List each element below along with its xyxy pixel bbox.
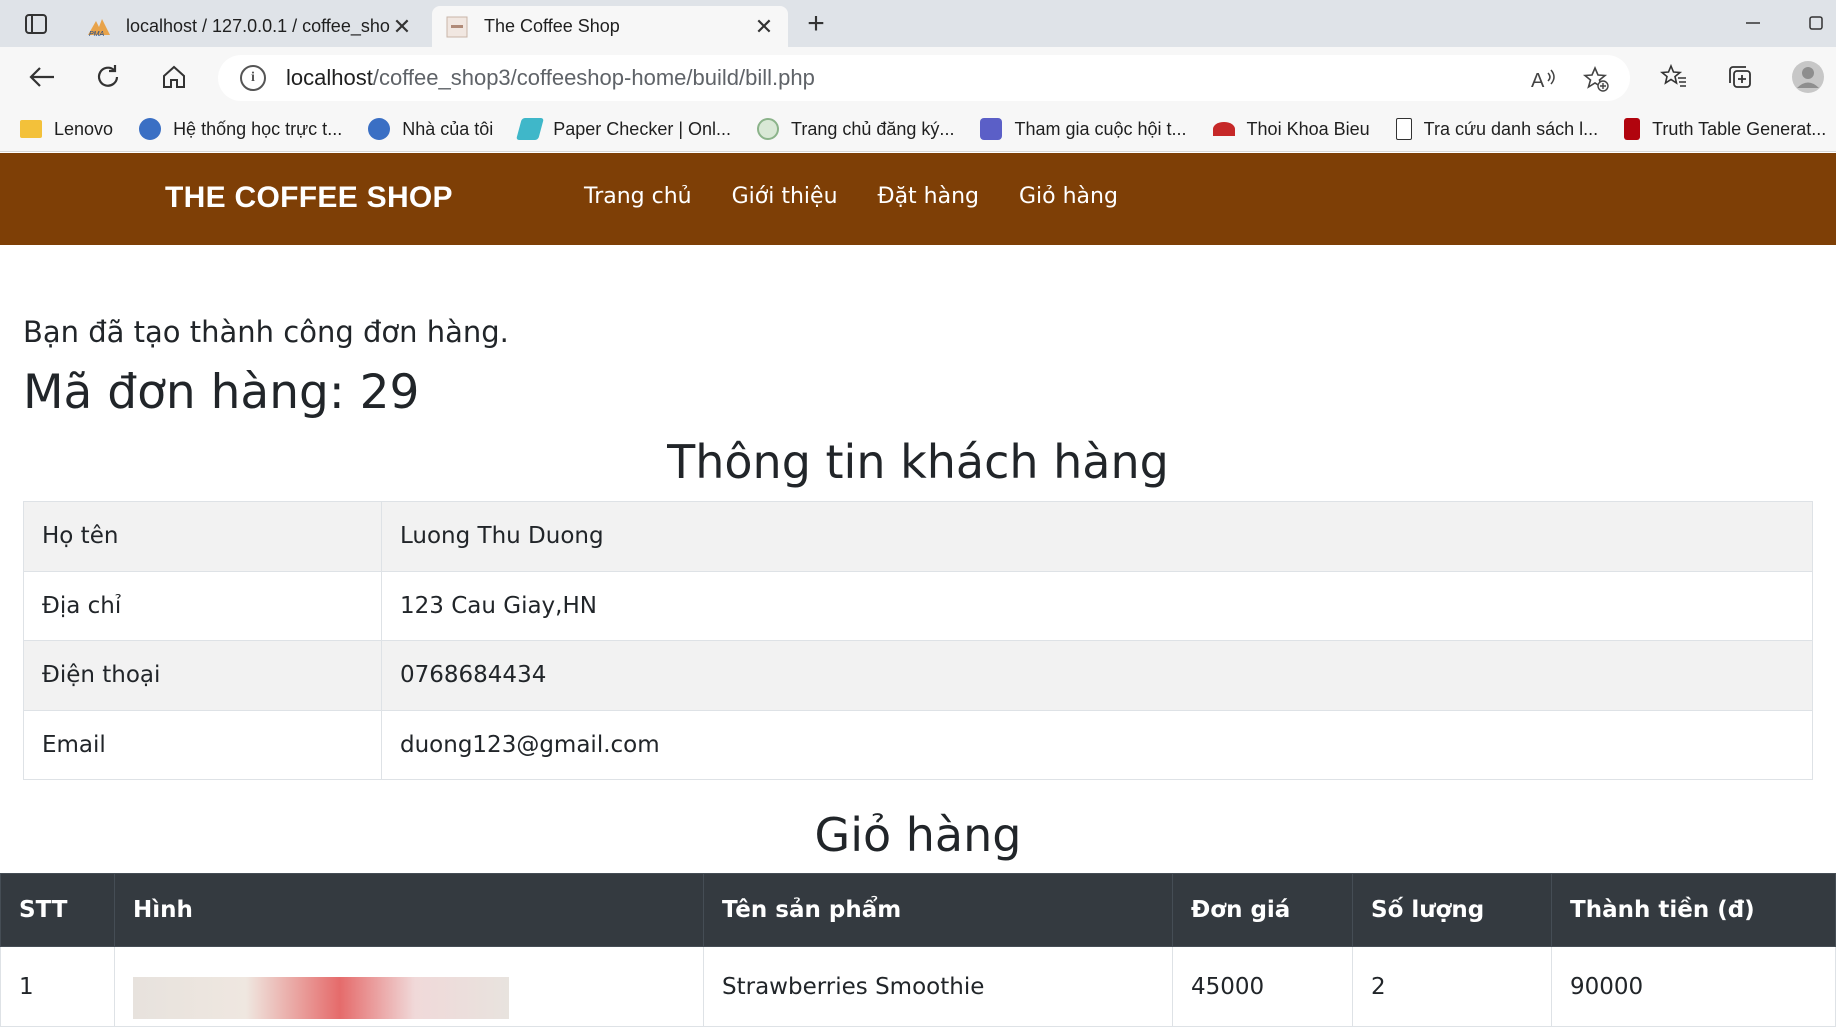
bookmark-label: Tham gia cuộc hội t...	[1014, 118, 1187, 139]
cart-table: STT Hình Tên sản phẩm Đơn giá Số lượng T…	[0, 873, 1836, 1027]
stanford-icon	[1624, 118, 1641, 140]
back-arrow-icon[interactable]	[24, 59, 60, 95]
field-label: Điện thoại	[23, 640, 382, 711]
column-header: Hình	[114, 873, 704, 947]
cell-image	[114, 946, 704, 1027]
field-value: duong123@gmail.com	[381, 709, 1813, 780]
field-value: Luong Thu Duong	[381, 501, 1813, 572]
cell-quantity: 2	[1352, 946, 1552, 1027]
nav-order[interactable]: Đặt hàng	[878, 184, 979, 209]
site-info-icon[interactable]: i	[240, 65, 266, 91]
column-header: Tên sản phẩm	[703, 873, 1173, 947]
reload-icon[interactable]	[90, 59, 126, 95]
bookmark-label: Trang chủ đăng ký...	[791, 118, 955, 139]
collections-icon[interactable]	[1722, 59, 1758, 95]
table-row: Địa chỉ 123 Cau Giay,HN	[23, 570, 1813, 641]
cell-stt: 1	[0, 946, 115, 1027]
folder-icon	[20, 120, 42, 138]
site-header: THE COFFEE SHOP Trang chủ Giới thiệu Đặt…	[0, 153, 1836, 245]
coffee-shop-favicon	[444, 16, 470, 38]
bookmark-tham-gia-cuoc-hoi[interactable]: Tham gia cuộc hội t...	[980, 118, 1187, 140]
nav-about[interactable]: Giới thiệu	[732, 184, 838, 209]
column-header: STT	[0, 873, 115, 947]
bookmark-he-thong-hoc[interactable]: Hệ thống học trực t...	[139, 118, 342, 140]
read-aloud-icon[interactable]: A	[1530, 65, 1558, 93]
globe-icon	[139, 118, 162, 140]
order-id: Mã đơn hàng: 29	[23, 365, 420, 420]
success-message: Bạn đã tạo thành công đơn hàng.	[23, 315, 509, 349]
tab-title: localhost / 127.0.0.1 / coffee_sho	[126, 16, 390, 36]
bookmark-truth-table[interactable]: Truth Table Generat...	[1624, 118, 1826, 140]
bookmark-label: Lenovo	[54, 118, 114, 139]
bookmark-label: Paper Checker | Onl...	[553, 118, 732, 139]
phpmyadmin-icon: PMA	[86, 16, 112, 38]
table-row: Điện thoại 0768684434	[23, 640, 1813, 711]
svg-text:A: A	[1531, 70, 1545, 91]
new-tab-button[interactable]: +	[800, 8, 832, 40]
bookmark-trang-chu-dang-ky[interactable]: Trang chủ đăng ký...	[757, 118, 954, 140]
bookmark-tra-cuu[interactable]: Tra cứu danh sách l...	[1395, 118, 1599, 140]
browser-toolbar: i localhost/coffee_shop3/coffeeshop-home…	[0, 47, 1836, 107]
table-row: Họ tên Luong Thu Duong	[23, 501, 1813, 572]
paper-checker-icon	[516, 118, 545, 140]
bookmark-label: Tra cứu danh sách l...	[1423, 118, 1599, 139]
tab-actions-icon[interactable]	[20, 12, 52, 36]
bookmark-label: Nhà của tôi	[402, 118, 494, 139]
field-value: 0768684434	[381, 640, 1813, 711]
page-icon	[1395, 118, 1412, 140]
customer-info-table: Họ tên Luong Thu Duong Địa chỉ 123 Cau G…	[23, 501, 1813, 780]
field-label: Email	[23, 709, 382, 780]
browser-tab-bar: PMA localhost / 127.0.0.1 / coffee_sho ✕…	[0, 0, 1836, 47]
tab-coffee-shop[interactable]: The Coffee Shop ✕	[432, 6, 788, 47]
bookmark-label: Hệ thống học trực t...	[173, 118, 343, 139]
customer-heading: Thông tin khách hàng	[667, 435, 1169, 489]
bookmark-thoi-khoa-bieu[interactable]: Thoi Khoa Bieu	[1212, 118, 1370, 140]
svg-text:PMA: PMA	[89, 31, 105, 37]
red-app-icon	[1212, 122, 1235, 136]
tab-phpmyadmin[interactable]: PMA localhost / 127.0.0.1 / coffee_sho ✕	[74, 6, 426, 47]
teams-icon	[980, 118, 1003, 140]
field-label: Họ tên	[23, 501, 382, 572]
tab-title: The Coffee Shop	[484, 16, 620, 36]
maximize-icon[interactable]	[1796, 8, 1832, 38]
close-tab-icon[interactable]: ✕	[752, 14, 776, 40]
favorites-icon[interactable]	[1656, 59, 1692, 95]
nav-home[interactable]: Trang chủ	[584, 184, 692, 209]
column-header: Số lượng	[1352, 873, 1552, 947]
site-brand[interactable]: THE COFFEE SHOP	[165, 181, 453, 215]
close-tab-icon[interactable]: ✕	[390, 14, 414, 40]
cell-product-name: Strawberries Smoothie	[703, 946, 1173, 1027]
bookmarks-bar: Lenovo Hệ thống học trực t... Nhà của tô…	[0, 107, 1836, 152]
nav-cart[interactable]: Giỏ hàng	[1019, 184, 1118, 209]
column-header: Đơn giá	[1172, 873, 1353, 947]
table-header-row: STT Hình Tên sản phẩm Đơn giá Số lượng T…	[0, 873, 1836, 947]
column-header: Thành tiền (đ)	[1551, 873, 1836, 947]
profile-avatar-icon[interactable]	[1790, 59, 1826, 95]
field-label: Địa chỉ	[23, 570, 382, 641]
address-bar[interactable]: i localhost/coffee_shop3/coffeeshop-home…	[218, 55, 1630, 101]
url-text: localhost/coffee_shop3/coffeeshop-home/b…	[286, 65, 815, 90]
globe-icon	[368, 118, 391, 140]
add-favorite-icon[interactable]	[1582, 65, 1610, 93]
cart-heading: Giỏ hàng	[814, 808, 1022, 862]
minimize-icon[interactable]	[1736, 8, 1772, 38]
main-nav: Trang chủ Giới thiệu Đặt hàng Giỏ hàng	[584, 184, 1158, 209]
home-icon[interactable]	[156, 59, 192, 95]
cell-price: 45000	[1172, 946, 1353, 1027]
bookmark-nha-cua-toi[interactable]: Nhà của tôi	[368, 118, 493, 140]
cell-total: 90000	[1551, 946, 1836, 1027]
bookmark-label: Thoi Khoa Bieu	[1246, 118, 1370, 139]
field-value: 123 Cau Giay,HN	[381, 570, 1813, 641]
table-row: Email duong123@gmail.com	[23, 709, 1813, 780]
table-row: 1 Strawberries Smoothie 45000 2 90000	[0, 946, 1836, 1027]
bookmark-label: Truth Table Generat...	[1652, 118, 1827, 139]
product-image	[133, 976, 509, 1019]
bookmark-lenovo[interactable]: Lenovo	[20, 119, 113, 140]
globe-icon	[757, 118, 780, 140]
bookmark-paper-checker[interactable]: Paper Checker | Onl...	[516, 118, 732, 140]
